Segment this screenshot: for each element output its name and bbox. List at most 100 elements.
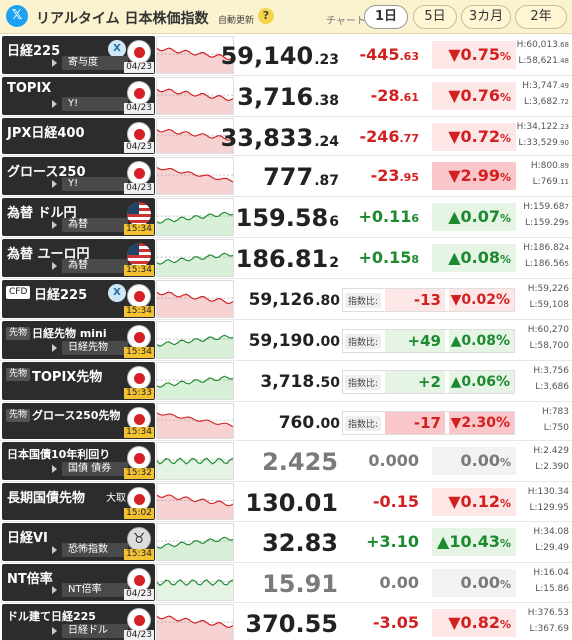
row-label-panel[interactable]: 為替 ドル円 為替 15:34 <box>2 198 155 236</box>
index-row[interactable]: 先物 グロース250先物 15:34 760.00 指数比: -17 ▼2.30% H:783… <box>0 402 572 441</box>
sparkline-chart-panel[interactable] <box>156 604 234 640</box>
row-name[interactable]: 日経先物 mini <box>32 325 107 341</box>
row-link-button[interactable]: 国債 債券 <box>52 462 128 476</box>
row-name[interactable]: 日経225 <box>7 40 60 59</box>
index-row[interactable]: 日本国債10年利回り 国債 債券 15:32 2.425 0.000 0.00% H:2.4… <box>0 441 572 482</box>
row-link-button[interactable]: 寄与度 <box>52 56 128 70</box>
share-x-icon[interactable]: X <box>108 284 126 302</box>
sparkline-chart-panel[interactable] <box>156 523 234 561</box>
sparkline-chart <box>157 211 233 235</box>
index-row[interactable]: 先物 TOPIX先物 15:33 3,718.50 指数比: +2 ▲0.06% H:3,75… <box>0 361 572 402</box>
high-int: H:376.53 <box>527 608 569 618</box>
index-row[interactable]: TOPIX Y! 04/23 3,716.38 -28.61 ▼0.76% H:3,747.… <box>0 76 572 117</box>
row-name[interactable]: TOPIX <box>7 81 51 96</box>
row-name[interactable]: 日経VI <box>7 527 48 546</box>
index-row[interactable]: グロース250 Y! 04/23 777.87 -23.95 ▼2.99% H:800.89… <box>0 156 572 197</box>
index-row[interactable]: 先物 日経先物 mini 日経先物 15:34 59,190.00 指数比: +49 ▲0.0… <box>0 320 572 361</box>
change-int: +0.11 <box>358 207 412 226</box>
percent-sign: % <box>499 456 511 469</box>
index-row[interactable]: NT倍率 NT倍率 04/23 15.91 0.00 0.00% H:16.04 L:15.8… <box>0 563 572 603</box>
sparkline-chart-panel[interactable] <box>156 321 234 359</box>
index-row[interactable]: 日経225 X 寄与度 04/23 59,140.23 -445.63 ▼0.75% H:60… <box>0 35 572 76</box>
x-logo-icon[interactable]: 𝕏 <box>6 5 28 27</box>
period-2y-button[interactable]: 2年 <box>515 5 567 29</box>
futures-badge: 先物 <box>6 368 31 381</box>
update-time: 15:34 <box>124 265 154 276</box>
high-int: H:783 <box>542 407 569 417</box>
index-row[interactable]: JPX日経400 04/23 33,833.24 -246.77 ▼0.72% H:34,… <box>0 117 572 156</box>
sparkline-chart-panel[interactable] <box>156 198 234 236</box>
sparkline-chart-panel[interactable] <box>156 442 234 480</box>
sparkline-chart-panel[interactable] <box>156 157 234 195</box>
percent-change-badge: ▼2.99% <box>432 162 516 190</box>
row-label-panel[interactable]: ドル建て日経225 日経ドル 04/23 <box>2 604 155 640</box>
row-label-panel[interactable]: 先物 日経先物 mini 日経先物 15:34 <box>2 321 155 359</box>
row-name[interactable]: 長期国債先物 <box>7 487 85 506</box>
index-diff-label: 指数比: <box>345 416 382 431</box>
row-name[interactable]: 日本国債10年利回り <box>7 446 110 462</box>
period-1d-button[interactable]: 1日 <box>364 5 408 29</box>
row-label-panel[interactable]: NT倍率 NT倍率 04/23 <box>2 564 155 601</box>
percent-change-badge: ▼0.75% <box>432 41 516 69</box>
row-label-panel[interactable]: 先物 グロース250先物 15:34 <box>2 403 155 439</box>
row-name[interactable]: ドル建て日経225 <box>7 608 96 624</box>
row-label-panel[interactable]: 日経VI 恐怖指数 ♉ 15:34 <box>2 523 155 561</box>
row-link-button[interactable]: 恐怖指数 <box>52 543 128 557</box>
row-link-button[interactable]: Y! <box>52 97 128 111</box>
row-link-button[interactable]: 為替 <box>52 218 128 232</box>
price-int: 130.01 <box>245 489 338 517</box>
change-value: -28.61 <box>371 86 419 105</box>
price-int: 59,126 <box>248 290 315 310</box>
sparkline-chart-panel[interactable] <box>156 564 234 601</box>
high-int: H:3,747 <box>522 81 558 91</box>
row-label-panel[interactable]: CFD 日経225 X 15:34 <box>2 280 155 318</box>
index-row[interactable]: 長期国債先物 大取 15:02 130.01 -0.15 ▼0.12% H:130.34 L:… <box>0 482 572 522</box>
change-value: -445.63 <box>359 45 419 64</box>
row-label-panel[interactable]: 長期国債先物 大取 15:02 <box>2 483 155 520</box>
high-value: H:60,013.68 <box>517 39 569 51</box>
sparkline-chart-panel[interactable] <box>156 403 234 439</box>
index-row[interactable]: CFD 日経225 X 15:34 59,126.80 指数比: -13 ▼0.02% H:59… <box>0 279 572 320</box>
row-name[interactable]: NT倍率 <box>7 568 53 587</box>
change-int: -445 <box>359 45 400 64</box>
index-row[interactable]: ドル建て日経225 日経ドル 04/23 370.55 -3.05 ▼0.82% H:376… <box>0 603 572 640</box>
index-row[interactable]: 為替 ユーロ円 為替 15:34 186.812 +0.158 ▲0.08% H:186.8… <box>0 238 572 279</box>
period-5d-button[interactable]: 5日 <box>413 5 457 29</box>
index-row[interactable]: 為替 ドル円 為替 15:34 159.586 +0.116 ▲0.07% H:159.68… <box>0 197 572 238</box>
low-dec: 5 <box>564 219 569 227</box>
sparkline-chart-panel[interactable] <box>156 362 234 400</box>
row-label-panel[interactable]: TOPIX Y! 04/23 <box>2 77 155 115</box>
price-value: 186.812 <box>236 245 339 273</box>
sparkline-area <box>157 292 233 317</box>
row-name[interactable]: TOPIX先物 <box>32 366 102 385</box>
chevron-right-icon <box>52 627 57 635</box>
row-name[interactable]: 日経225 <box>34 284 87 303</box>
percent-int: 0.00 <box>460 573 500 592</box>
row-label-panel[interactable]: JPX日経400 04/23 <box>2 118 155 154</box>
chevron-right-icon <box>52 586 57 594</box>
sparkline-chart-panel[interactable] <box>156 483 234 520</box>
row-label-panel[interactable]: 日経225 X 寄与度 04/23 <box>2 36 155 74</box>
row-link-button[interactable]: 日経先物 <box>52 341 128 355</box>
sparkline-chart-panel[interactable] <box>156 239 234 277</box>
row-name[interactable]: グロース250先物 <box>32 407 120 423</box>
row-label-panel[interactable]: 日本国債10年利回り 国債 債券 15:32 <box>2 442 155 480</box>
row-link-button[interactable]: 為替 <box>52 259 128 273</box>
help-icon[interactable]: ? <box>258 8 274 24</box>
index-row[interactable]: 日経VI 恐怖指数 ♉ 15:34 32.83 +3.10 ▲10.43% H:34.08 L:… <box>0 522 572 563</box>
price-value: 59,190.00 <box>249 331 340 351</box>
sparkline-chart-panel[interactable] <box>156 280 234 318</box>
row-label-panel[interactable]: 先物 TOPIX先物 15:33 <box>2 362 155 400</box>
price-int: 32.83 <box>262 529 338 557</box>
index-diff-value: -13 <box>385 289 445 311</box>
row-label-panel[interactable]: グロース250 Y! 04/23 <box>2 157 155 195</box>
price-value: 33,833.24 <box>221 124 339 152</box>
sparkline-chart-panel[interactable] <box>156 77 234 115</box>
period-3m-button[interactable]: 3カ月 <box>461 5 511 29</box>
row-link-button[interactable]: 日経ドル <box>52 624 128 638</box>
chevron-right-icon <box>52 546 57 554</box>
row-link-button[interactable]: NT倍率 <box>52 583 128 597</box>
row-link-button[interactable]: Y! <box>52 177 128 191</box>
row-name[interactable]: JPX日経400 <box>7 122 85 141</box>
row-label-panel[interactable]: 為替 ユーロ円 為替 15:34 <box>2 239 155 277</box>
